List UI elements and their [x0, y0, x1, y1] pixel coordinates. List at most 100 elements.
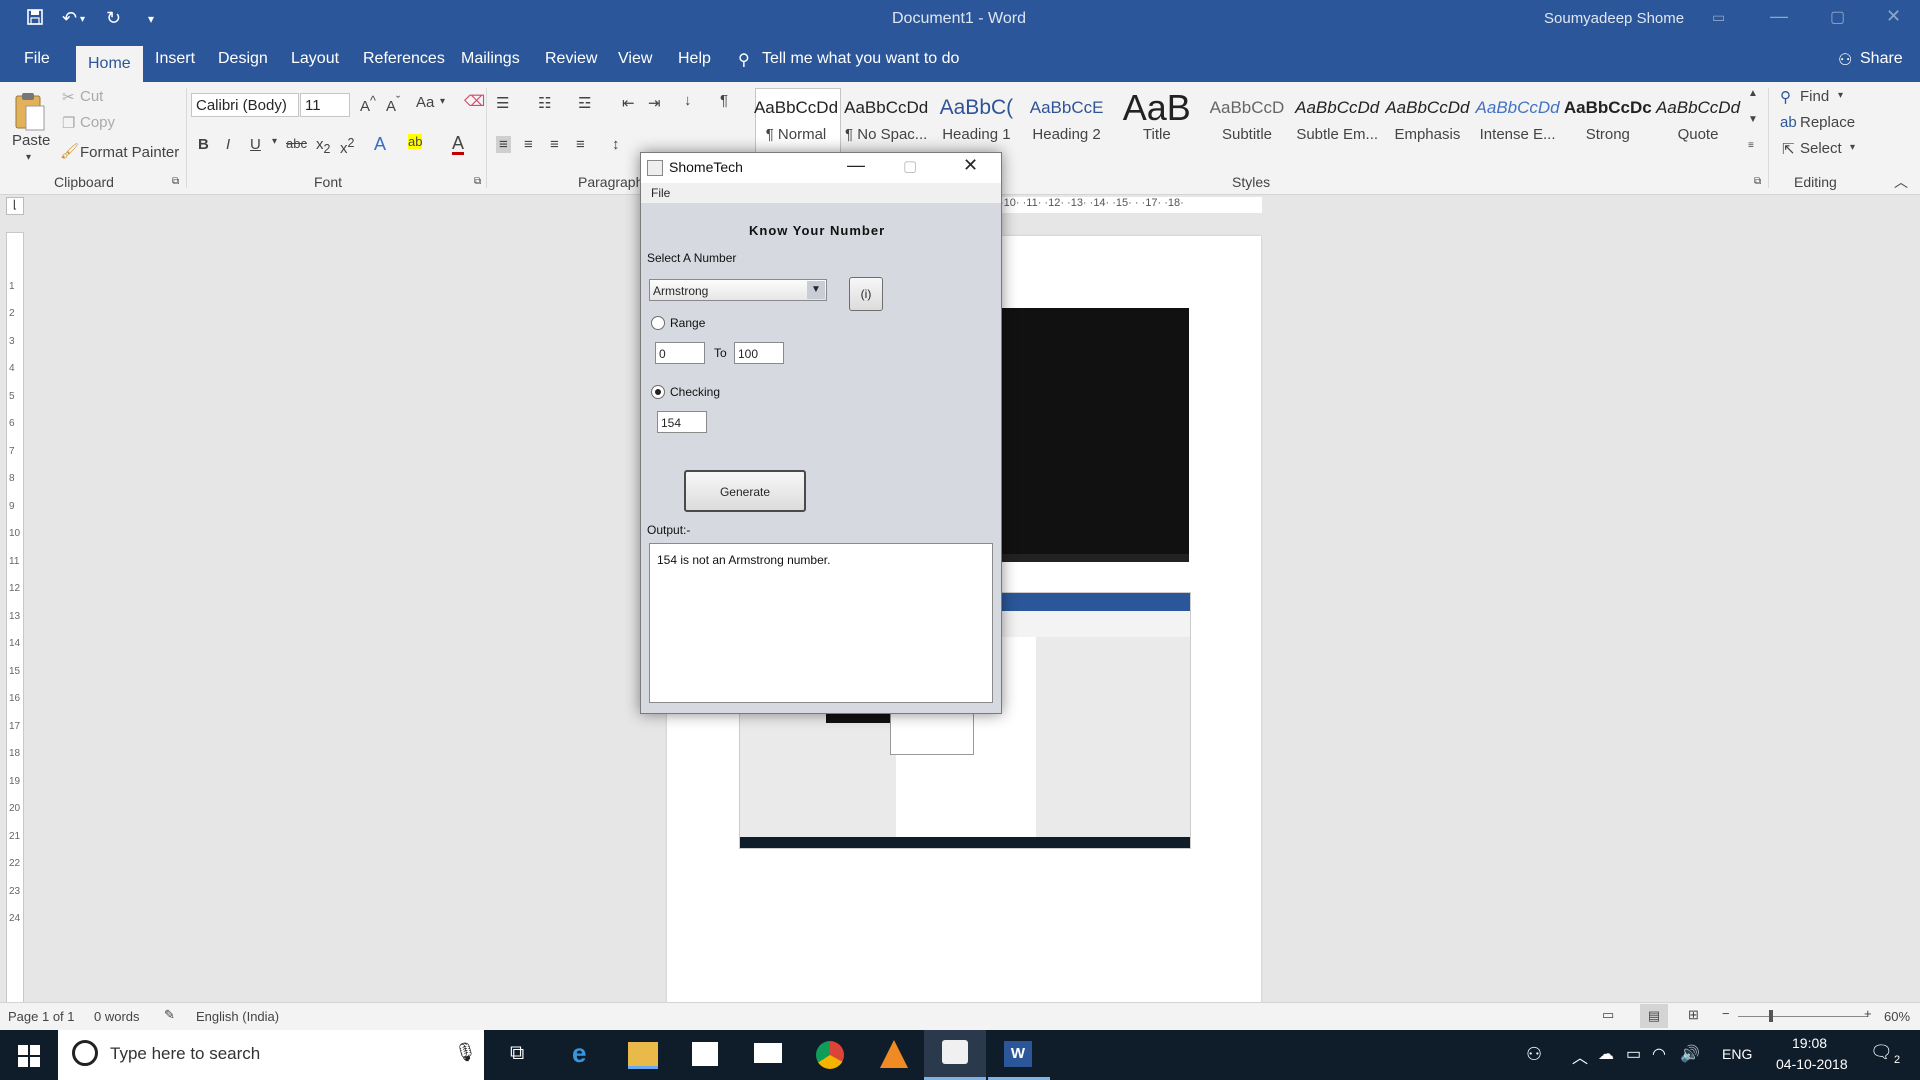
microphone-icon[interactable]: 🎙	[454, 1042, 477, 1063]
text-effects-icon[interactable]: A	[374, 134, 386, 155]
print-layout-icon[interactable]: ▤	[1640, 1004, 1668, 1028]
styles-launcher-icon[interactable]: ⧉	[1754, 176, 1761, 187]
dialog-title-bar[interactable]: ShomeTech — ▢ ✕	[641, 153, 1001, 183]
style-item[interactable]: AaBbCcD Subtitle	[1203, 90, 1291, 166]
dialog-maximize-icon[interactable]: ▢	[903, 157, 917, 175]
redo-icon[interactable]: ↻	[106, 8, 121, 29]
tab-home[interactable]: Home	[76, 46, 143, 82]
find-button[interactable]: Find	[1800, 88, 1829, 105]
change-case-button[interactable]: Aa	[416, 94, 434, 111]
tab-file[interactable]: File	[24, 50, 50, 68]
input-language[interactable]: ENG	[1722, 1046, 1752, 1062]
line-spacing-icon[interactable]: ↕	[612, 136, 620, 153]
superscript-icon[interactable]: x2	[340, 136, 354, 157]
paste-button[interactable]: Paste	[12, 132, 50, 149]
dialog-close-icon[interactable]: ✕	[963, 155, 978, 176]
style-item[interactable]: AaBbCcDc Strong	[1564, 90, 1652, 166]
tab-review[interactable]: Review	[545, 50, 597, 68]
copy-button[interactable]: Copy	[80, 114, 115, 131]
tab-design[interactable]: Design	[218, 50, 268, 68]
style-item[interactable]: AaBbCcE Heading 2	[1023, 90, 1111, 166]
numbering-icon[interactable]: ☷	[538, 94, 551, 112]
customize-qat-icon[interactable]: ▾	[148, 12, 154, 26]
save-icon[interactable]	[26, 8, 44, 31]
align-left-icon[interactable]: ≡	[496, 136, 511, 153]
show-hidden-icons-icon[interactable]: ︿	[1572, 1044, 1588, 1068]
vlc-icon[interactable]	[880, 1040, 908, 1068]
volume-icon[interactable]: 🔊	[1680, 1044, 1700, 1064]
underline-dropdown-icon[interactable]: ▾	[272, 136, 277, 147]
font-name-combo[interactable]: Calibri (Body)	[191, 93, 299, 117]
clock-date[interactable]: 04-10-2018	[1776, 1056, 1848, 1072]
range-radio[interactable]	[651, 316, 665, 330]
output-area[interactable]: 154 is not an Armstrong number.	[649, 543, 993, 703]
styles-scroll-down-icon[interactable]: ▼	[1748, 114, 1758, 125]
tab-references[interactable]: References	[363, 50, 445, 68]
styles-more-icon[interactable]: ≡	[1748, 140, 1754, 151]
italic-icon[interactable]: I	[226, 136, 230, 153]
maximize-icon[interactable]: ▢	[1830, 7, 1845, 27]
paste-icon[interactable]	[12, 90, 48, 134]
checking-radio[interactable]	[651, 385, 665, 399]
font-size-combo[interactable]: 11	[300, 93, 350, 117]
multilevel-list-icon[interactable]: ☲	[578, 94, 591, 112]
range-from-input[interactable]: 0	[655, 342, 705, 364]
format-painter-button[interactable]: Format Painter	[80, 144, 179, 161]
info-button[interactable]: (i)	[849, 277, 883, 311]
subscript-icon[interactable]: x2	[316, 136, 330, 156]
tab-insert[interactable]: Insert	[155, 50, 195, 68]
style-item[interactable]: AaBbCcDd Intense E...	[1474, 90, 1562, 166]
style-item[interactable]: AaB Title	[1113, 90, 1201, 166]
checking-input[interactable]: 154	[657, 411, 707, 433]
justify-icon[interactable]: ≡	[576, 136, 585, 153]
ribbon-display-options-icon[interactable]: ▭	[1712, 9, 1725, 26]
clipboard-launcher-icon[interactable]: ⧉	[172, 176, 179, 187]
people-icon[interactable]: ⚇	[1526, 1044, 1542, 1065]
wifi-icon[interactable]: ◠	[1652, 1044, 1666, 1064]
change-case-dropdown-icon[interactable]: ▾	[440, 96, 445, 107]
replace-button[interactable]: Replace	[1800, 114, 1855, 131]
tab-layout[interactable]: Layout	[291, 50, 339, 68]
clock-time[interactable]: 19:08	[1792, 1035, 1827, 1051]
tab-help[interactable]: Help	[678, 50, 711, 68]
font-launcher-icon[interactable]: ⧉	[474, 176, 481, 187]
font-color-icon[interactable]: A	[452, 134, 465, 155]
windows-start-icon[interactable]	[18, 1045, 40, 1071]
word-count[interactable]: 0 words	[94, 1009, 140, 1024]
vertical-ruler[interactable]: 1 2 3 4 5 6 7 8 9 10 11 12 13 14 15 16 17 18 19 20 21 22 23 24	[6, 232, 24, 1004]
tab-selector-icon[interactable]: ⌊	[6, 197, 24, 215]
select-button[interactable]: Select	[1800, 140, 1842, 157]
close-icon[interactable]: ✕	[1886, 6, 1901, 27]
page-count[interactable]: Page 1 of 1	[8, 1009, 75, 1024]
store-icon[interactable]	[692, 1042, 718, 1066]
decrease-indent-icon[interactable]: ⇤	[622, 94, 635, 112]
show-hide-marks-icon[interactable]: ¶	[720, 92, 728, 109]
file-explorer-icon[interactable]	[628, 1042, 658, 1069]
highlight-icon[interactable]: ab	[408, 134, 423, 149]
dialog-menu-file[interactable]: File	[651, 186, 670, 200]
taskbar-search-box[interactable]: Type here to search 🎙	[58, 1030, 484, 1080]
style-item[interactable]: AaBbCcDd Emphasis	[1383, 90, 1471, 166]
language[interactable]: English (India)	[196, 1009, 279, 1024]
select-dropdown-icon[interactable]: ▾	[1850, 142, 1855, 153]
word-app-task[interactable]: W	[988, 1030, 1050, 1080]
cut-button[interactable]: Cut	[80, 88, 103, 105]
increase-indent-icon[interactable]: ⇥	[648, 94, 661, 112]
chrome-icon[interactable]	[816, 1041, 844, 1069]
tab-view[interactable]: View	[618, 50, 652, 68]
bold-icon[interactable]: B	[198, 136, 209, 153]
range-to-input[interactable]: 100	[734, 342, 784, 364]
edge-icon[interactable]: e	[572, 1038, 586, 1069]
generate-button[interactable]: Generate	[684, 470, 806, 512]
user-name[interactable]: Soumyadeep Shome	[1544, 10, 1684, 27]
share-button[interactable]: Share	[1860, 50, 1903, 68]
style-item[interactable]: AaBbCcDd Subtle Em...	[1293, 90, 1381, 166]
grow-font-icon[interactable]: A^	[360, 94, 376, 115]
undo-icon[interactable]: ↶	[62, 8, 77, 29]
zoom-level[interactable]: 60%	[1884, 1009, 1910, 1024]
style-item[interactable]: AaBbCcDd Quote	[1654, 90, 1742, 166]
java-app-task[interactable]	[924, 1030, 986, 1080]
task-view-icon[interactable]: ⧉	[510, 1042, 524, 1065]
minimize-icon[interactable]: —	[1770, 6, 1788, 27]
align-center-icon[interactable]: ≡	[524, 136, 533, 153]
